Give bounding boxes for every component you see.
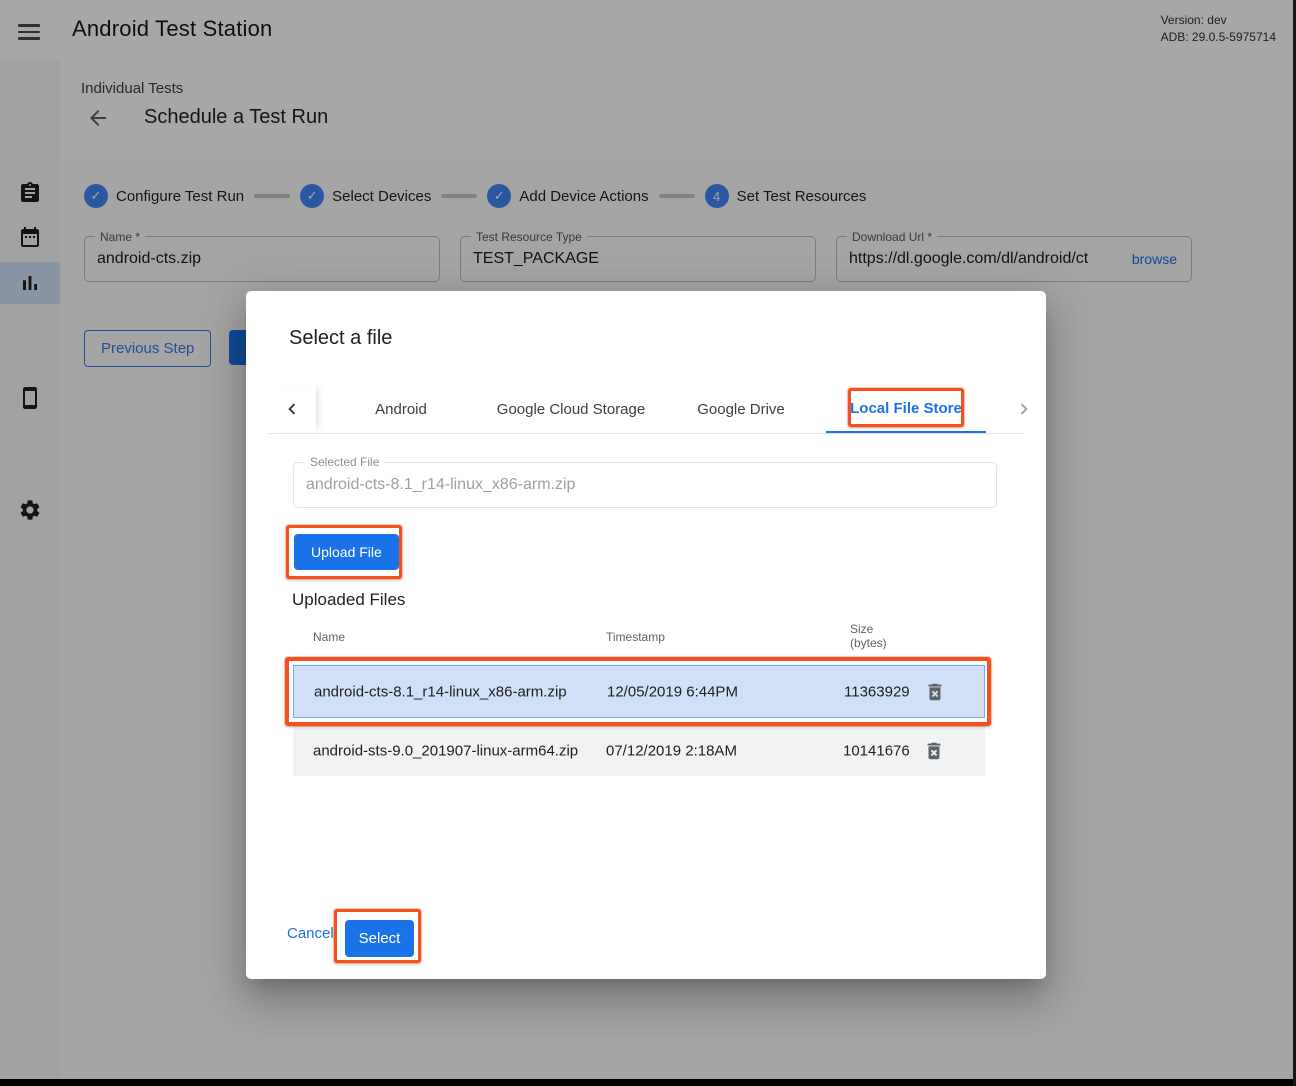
selected-file-label: Selected File — [305, 455, 384, 469]
column-header-size: Size (bytes) — [850, 622, 887, 650]
tab-google-cloud-storage[interactable]: Google Cloud Storage — [486, 385, 656, 433]
tab-google-drive[interactable]: Google Drive — [656, 385, 826, 433]
size-cell: 101416764 — [843, 743, 909, 760]
timestamp-cell: 12/05/2019 6:44PM — [607, 683, 738, 700]
cancel-button[interactable]: Cancel — [287, 921, 334, 946]
table-row[interactable]: android-sts-9.0_201907-linux-arm64.zip 0… — [293, 726, 985, 776]
select-button[interactable]: Select — [345, 920, 414, 957]
size-cell: 113639298 — [844, 683, 910, 700]
selected-file-value: android-cts-8.1_r14-linux_x86-arm.zip — [306, 476, 986, 494]
screen: Android Test Station Version: dev ADB: 2… — [0, 0, 1296, 1086]
tab-local-file-store[interactable]: Local File Store — [826, 385, 986, 433]
upload-file-button[interactable]: Upload File — [294, 534, 399, 570]
size-header-line2: (bytes) — [850, 636, 887, 650]
delete-file-button[interactable] — [924, 681, 946, 703]
chevron-right-icon — [1013, 398, 1035, 420]
delete-file-button[interactable] — [923, 740, 945, 762]
table-row-selected[interactable]: android-cts-8.1_r14-linux_x86-arm.zip 12… — [293, 665, 985, 718]
trash-delete-icon — [924, 681, 946, 703]
window-bottom-edge — [0, 1079, 1296, 1086]
timestamp-cell: 07/12/2019 2:18AM — [606, 743, 737, 760]
trash-delete-icon — [923, 740, 945, 762]
column-header-name: Name — [313, 630, 345, 644]
column-header-timestamp: Timestamp — [606, 630, 665, 644]
file-name-cell: android-cts-8.1_r14-linux_x86-arm.zip — [314, 683, 567, 700]
selected-file-field[interactable]: Selected File android-cts-8.1_r14-linux_… — [293, 462, 997, 508]
tabs-scroll-left-button[interactable] — [268, 385, 316, 432]
file-name-cell: android-sts-9.0_201907-linux-arm64.zip — [313, 743, 578, 760]
uploaded-files-heading: Uploaded Files — [292, 590, 405, 610]
tab-android[interactable]: Android — [316, 385, 486, 433]
select-file-dialog: Select a file Android Google Cloud Stora… — [246, 291, 1046, 979]
chevron-left-icon — [281, 398, 303, 420]
file-source-tabbar: Android Google Cloud Storage Google Driv… — [268, 385, 1024, 434]
tabs: Android Google Cloud Storage Google Driv… — [316, 385, 986, 433]
dialog-title: Select a file — [289, 327, 392, 350]
table-header-row: Name Timestamp Size (bytes) — [293, 616, 985, 658]
size-header-line1: Size — [850, 622, 873, 636]
tabs-scroll-right-button[interactable] — [1008, 385, 1040, 432]
